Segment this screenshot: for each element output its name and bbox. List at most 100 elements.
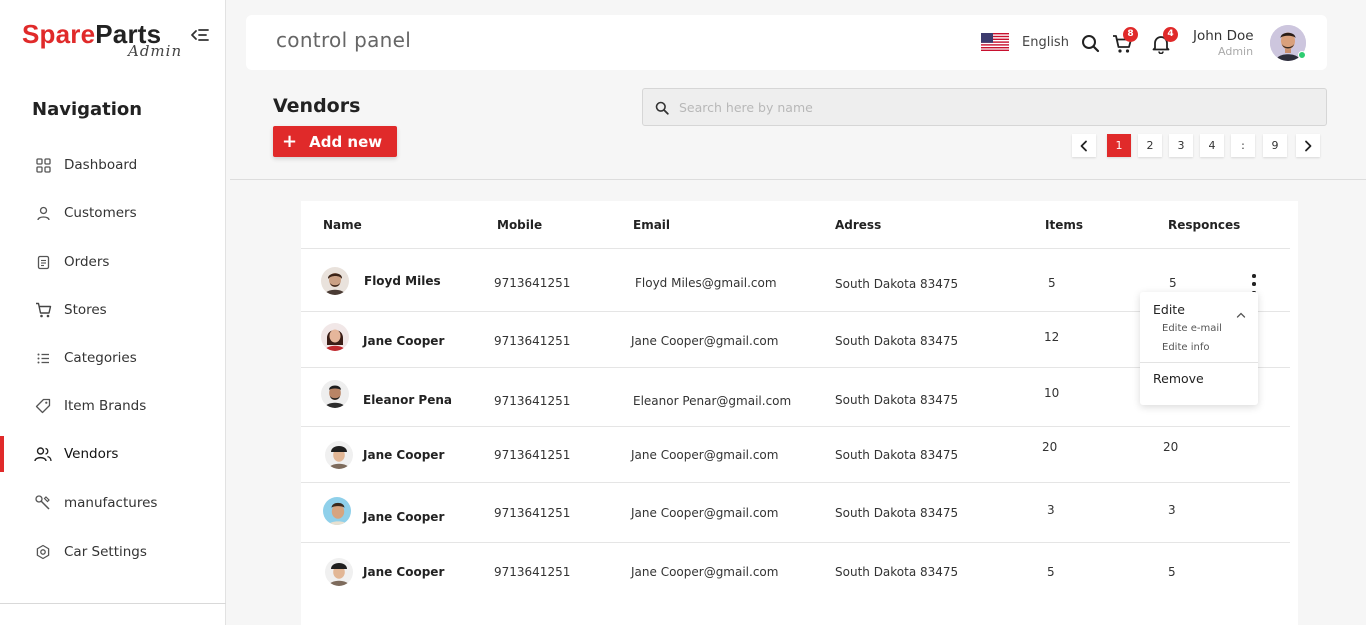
vendor-name: Jane Cooper xyxy=(363,448,445,462)
remove-menu-item[interactable]: Remove xyxy=(1153,371,1204,386)
table-row[interactable]: Jane Cooper 9713641251 Jane Cooper@gmail… xyxy=(301,427,1290,483)
search-icon[interactable] xyxy=(1081,34,1103,56)
row-actions-menu: Edite Edite e-mail Edite info Remove xyxy=(1140,292,1258,405)
header-title: control panel xyxy=(276,28,412,52)
sidebar-divider xyxy=(0,603,226,604)
vendor-email: Eleanor Penar@gmail.com xyxy=(633,394,792,408)
tools-icon xyxy=(34,494,52,512)
avatar xyxy=(325,441,353,469)
sidebar-item-car-settings[interactable]: Car Settings xyxy=(0,534,225,570)
vendor-email: Jane Cooper@gmail.com xyxy=(631,565,779,579)
avatar xyxy=(325,558,353,586)
user-name[interactable]: John Doe xyxy=(1193,28,1254,44)
more-options-icon[interactable] xyxy=(1248,274,1260,294)
edit-menu-item[interactable]: Edite xyxy=(1153,302,1185,317)
vendor-mobile: 9713641251 xyxy=(494,565,571,579)
vendor-mobile: 9713641251 xyxy=(494,276,571,290)
vendor-mobile: 9713641251 xyxy=(494,334,571,348)
vendor-address: South Dakota 83475 xyxy=(835,448,959,462)
sidebar-item-label: Car Settings xyxy=(64,544,147,560)
sidebar-item-manufactures[interactable]: manufactures xyxy=(0,485,225,521)
avatar xyxy=(321,380,349,408)
settings-icon xyxy=(34,543,52,561)
page-button-2[interactable]: 2 xyxy=(1138,134,1162,157)
column-header-address[interactable]: Adress xyxy=(835,218,881,232)
search-bar xyxy=(642,88,1327,126)
sidebar-item-stores[interactable]: Stores xyxy=(0,292,225,328)
vendor-name: Eleanor Pena xyxy=(363,393,453,407)
vendor-items: 10 xyxy=(1044,386,1060,400)
vendor-name: Jane Cooper xyxy=(363,510,445,524)
column-header-responses[interactable]: Responces xyxy=(1168,218,1240,232)
sidebar-item-categories[interactable]: Categories xyxy=(0,340,225,376)
us-flag-icon[interactable] xyxy=(981,33,1009,51)
chevron-right-icon xyxy=(1305,140,1312,151)
cart-icon xyxy=(34,301,52,319)
vendor-name: Jane Cooper xyxy=(363,334,445,348)
sidebar-item-label: manufactures xyxy=(64,495,158,511)
sidebar-item-label: Dashboard xyxy=(64,157,138,173)
collapse-sidebar-icon[interactable] xyxy=(190,26,210,44)
vendor-responses: 5 xyxy=(1169,276,1177,290)
column-header-email[interactable]: Email xyxy=(633,218,670,232)
sidebar-item-vendors[interactable]: Vendors xyxy=(0,436,225,472)
vendors-table: Name Mobile Email Adress Items Responces… xyxy=(301,201,1298,625)
vendor-mobile: 9713641251 xyxy=(494,506,571,520)
menu-divider xyxy=(1140,362,1258,363)
sidebar-item-orders[interactable]: Orders xyxy=(0,244,225,280)
edit-email-menu-item[interactable]: Edite e-mail xyxy=(1162,323,1222,334)
sidebar-item-dashboard[interactable]: Dashboard xyxy=(0,147,225,183)
avatar xyxy=(321,267,349,295)
chevron-up-icon[interactable] xyxy=(1236,304,1246,318)
vendor-responses: 5 xyxy=(1168,565,1176,579)
add-new-button[interactable]: + Add new xyxy=(273,126,397,157)
vendor-email: Jane Cooper@gmail.com xyxy=(631,334,779,348)
document-icon xyxy=(34,253,52,271)
vendor-address: South Dakota 83475 xyxy=(835,277,959,291)
page-button-3[interactable]: 3 xyxy=(1169,134,1193,157)
grid-icon xyxy=(34,156,52,174)
user-role: Admin xyxy=(1218,45,1254,58)
sidebar-item-item-brands[interactable]: Item Brands xyxy=(0,388,225,424)
vendor-items: 12 xyxy=(1044,330,1060,344)
next-page-button[interactable] xyxy=(1296,134,1320,157)
chevron-left-icon xyxy=(1080,140,1087,151)
search-icon xyxy=(655,100,669,115)
page-button-1[interactable]: 1 xyxy=(1107,134,1131,157)
add-new-label: Add new xyxy=(309,132,383,151)
page-button-4[interactable]: 4 xyxy=(1200,134,1224,157)
list-icon xyxy=(34,349,52,367)
column-header-name[interactable]: Name xyxy=(323,218,362,232)
vendor-name: Jane Cooper xyxy=(363,565,445,579)
sidebar-item-label: Orders xyxy=(64,254,110,270)
page-ellipsis: : xyxy=(1231,134,1255,157)
avatar xyxy=(323,497,351,525)
vendor-address: South Dakota 83475 xyxy=(835,334,959,348)
vendor-items: 5 xyxy=(1048,276,1056,290)
table-row[interactable]: Jane Cooper 9713641251 Jane Cooper@gmail… xyxy=(301,483,1290,543)
table-row[interactable]: Jane Cooper 9713641251 Jane Cooper@gmail… xyxy=(301,543,1290,599)
cart-count-badge: 8 xyxy=(1123,27,1138,42)
sidebar-item-label: Vendors xyxy=(64,446,119,462)
column-header-mobile[interactable]: Mobile xyxy=(497,218,542,232)
top-header: control panel English 8 4 John Doe Admin xyxy=(246,15,1327,70)
sidebar-item-customers[interactable]: Customers xyxy=(0,195,225,231)
vendor-address: South Dakota 83475 xyxy=(835,506,959,520)
avatar xyxy=(321,323,349,351)
table-header-row: Name Mobile Email Adress Items Responces xyxy=(301,201,1290,249)
prev-page-button[interactable] xyxy=(1072,134,1096,157)
column-header-items[interactable]: Items xyxy=(1045,218,1083,232)
page-title: Vendors xyxy=(273,95,361,117)
sidebar: SpareParts Admin Navigation Dashboard Cu… xyxy=(0,0,226,625)
vendor-email: Jane Cooper@gmail.com xyxy=(631,506,779,520)
notification-count-badge: 4 xyxy=(1163,27,1178,42)
edit-info-menu-item[interactable]: Edite info xyxy=(1162,342,1209,353)
vendor-email: Jane Cooper@gmail.com xyxy=(631,448,779,462)
vendor-items: 3 xyxy=(1047,503,1055,517)
language-label[interactable]: English xyxy=(1022,35,1069,50)
page-button-9[interactable]: 9 xyxy=(1263,134,1287,157)
sidebar-item-label: Categories xyxy=(64,350,137,366)
vendor-address: South Dakota 83475 xyxy=(835,393,959,407)
brand-logo[interactable]: SpareParts Admin xyxy=(22,20,181,60)
search-input[interactable] xyxy=(679,99,1279,115)
